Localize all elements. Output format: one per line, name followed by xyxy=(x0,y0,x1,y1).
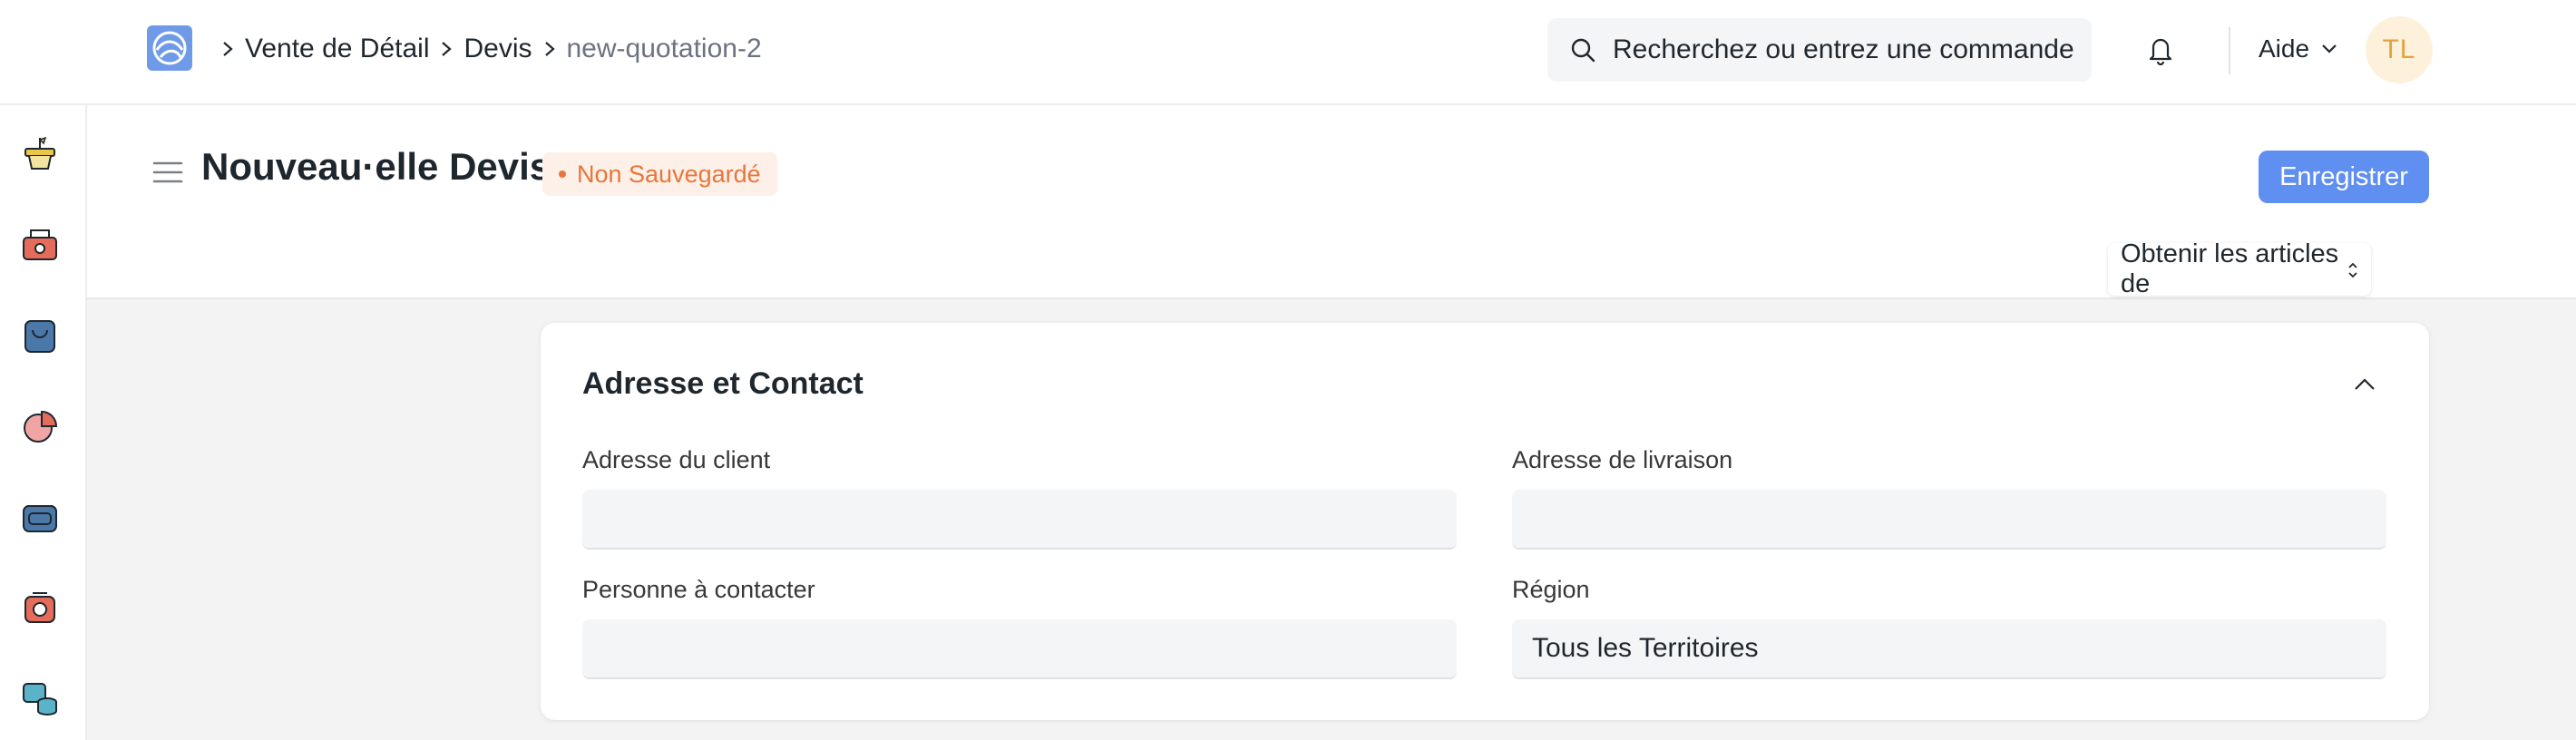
assets-icon[interactable] xyxy=(18,677,62,720)
section-title: Adresse et Contact xyxy=(582,366,864,401)
customer-address-field[interactable] xyxy=(582,490,1457,550)
search-bar[interactable]: Recherchez ou entrez une commande xyxy=(1547,18,2092,82)
get-items-label: Obtenir les articles de xyxy=(2121,239,2339,298)
page-head: Nouveau·elle Devis Non Sauvegardé Enregi… xyxy=(87,105,2576,299)
save-button[interactable]: Enregistrer xyxy=(2259,151,2429,203)
get-items-select[interactable]: Obtenir les articles de xyxy=(2108,239,2371,298)
help-dropdown[interactable]: Aide xyxy=(2259,29,2338,69)
chevron-right-icon xyxy=(221,40,234,58)
chevron-right-icon xyxy=(543,40,556,58)
status-badge: Non Sauvegardé xyxy=(542,152,777,196)
sidebar xyxy=(0,105,87,740)
menu-icon[interactable] xyxy=(152,160,183,190)
chevron-right-icon xyxy=(440,40,453,58)
breadcrumb-item-retail[interactable]: Vente de Détail xyxy=(245,34,429,64)
contact-person-label: Personne à contacter xyxy=(582,576,815,603)
navbar: Vente de Détail Devis new-quotation-2 Re… xyxy=(0,0,2576,105)
chevron-down-icon xyxy=(2322,44,2337,54)
pos-icon[interactable] xyxy=(18,223,62,267)
retail-icon[interactable] xyxy=(18,132,62,176)
shipping-address-field[interactable] xyxy=(1512,490,2386,550)
select-arrows-icon xyxy=(2348,262,2357,278)
breadcrumb-item-quotation[interactable]: Devis xyxy=(463,34,532,64)
breadcrumb-item-current: new-quotation-2 xyxy=(566,34,762,63)
support-icon[interactable] xyxy=(18,586,62,629)
search-icon xyxy=(1571,38,1595,63)
status-dot-icon xyxy=(559,170,566,178)
navbar-divider xyxy=(2229,27,2230,74)
shipping-address-label: Adresse de livraison xyxy=(1512,446,1733,473)
chevron-up-icon[interactable] xyxy=(2353,377,2376,396)
projects-icon[interactable] xyxy=(18,495,62,539)
address-contact-section: Adresse et Contact Adresse du client Adr… xyxy=(541,323,2429,720)
contact-person-field[interactable] xyxy=(582,619,1457,679)
search-placeholder: Recherchez ou entrez une commande xyxy=(1613,34,2074,64)
customer-address-label: Adresse du client xyxy=(582,446,771,473)
frappe-logo-icon[interactable] xyxy=(147,25,192,71)
shopping-bag-icon[interactable] xyxy=(18,314,62,357)
status-text: Non Sauvegardé xyxy=(577,160,761,188)
page-title: Nouveau·elle Devis xyxy=(201,145,551,188)
help-label: Aide xyxy=(2259,34,2310,63)
notification-bell-icon[interactable] xyxy=(2146,34,2175,70)
breadcrumb: Vente de Détail Devis new-quotation-2 xyxy=(210,29,762,69)
avatar[interactable]: TL xyxy=(2366,16,2433,83)
pie-chart-icon[interactable] xyxy=(18,404,62,448)
territory-field[interactable]: Tous les Territoires xyxy=(1512,619,2386,679)
territory-label: Région xyxy=(1512,576,1590,603)
